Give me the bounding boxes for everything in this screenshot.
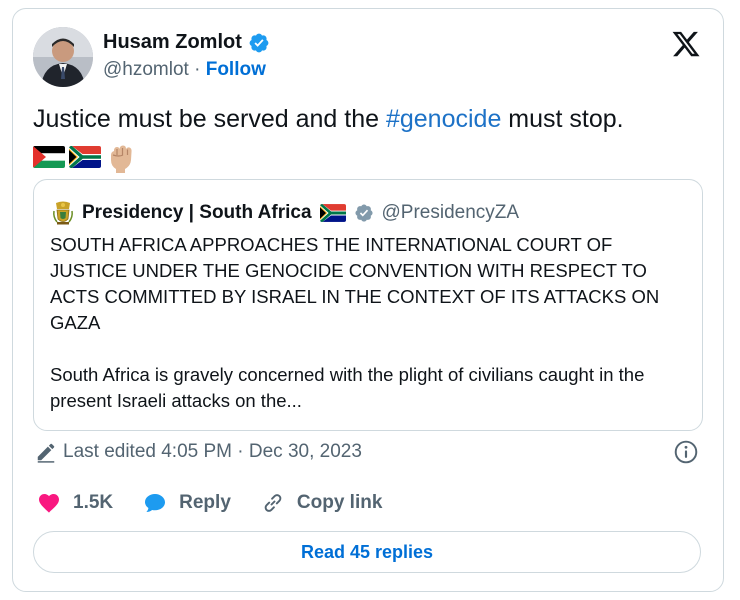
- author-name[interactable]: Husam Zomlot: [103, 31, 242, 54]
- quote-header: Presidency | South Africa @PresidencyZA: [52, 200, 519, 226]
- copy-link-label: Copy link: [296, 492, 383, 513]
- like-count: 1.5K: [73, 492, 114, 513]
- south-africa-flag-icon: [319, 204, 346, 222]
- author-handle[interactable]: @hzomlot: [103, 59, 189, 80]
- heart-icon: [39, 494, 59, 513]
- reply-label: Reply: [179, 492, 231, 513]
- separator: ·: [188, 59, 206, 80]
- tweet-text-after: must stop.: [501, 105, 624, 133]
- read-replies-button[interactable]: Read 45 replies: [33, 531, 701, 573]
- follow-button[interactable]: Follow: [206, 59, 266, 80]
- info-icon[interactable]: [673, 439, 699, 465]
- quote-line: SOUTH AFRICA APPROACHES THE INTERNATIONA…: [50, 234, 613, 255]
- quote-author-name: Presidency | South Africa: [82, 202, 312, 223]
- avatar-image: [33, 27, 93, 87]
- quote-body: SOUTH AFRICA APPROACHES THE INTERNATIONA…: [50, 232, 690, 414]
- author-handle-row: @hzomlot · Follow: [103, 59, 266, 81]
- tweet-text: Justice must be served and the #genocide…: [33, 103, 713, 136]
- quote-line: South Africa is gravely concerned with t…: [50, 364, 645, 385]
- author-name-row[interactable]: Husam Zomlot: [103, 31, 270, 54]
- quote-author-handle: @PresidencyZA: [381, 202, 520, 223]
- x-logo-icon[interactable]: [671, 29, 701, 59]
- emoji-row: [33, 141, 137, 173]
- pencil-icon: [37, 443, 55, 463]
- avatar[interactable]: [33, 27, 93, 87]
- quote-line: JUSTICE UNDER THE GENOCIDE CONVENTION WI…: [50, 260, 647, 281]
- edited-label: Last edited 4:05 PM · Dec 30, 2023: [63, 441, 362, 462]
- action-bar: 1.5K Reply Copy link: [37, 491, 412, 515]
- quote-line: present Israeli attacks on the...: [50, 390, 302, 411]
- coat-of-arms-icon: [53, 201, 73, 225]
- gray-verified-badge-icon: [354, 204, 373, 222]
- quote-line: GAZA: [50, 312, 101, 333]
- copy-link-button[interactable]: Copy link: [261, 491, 383, 515]
- like-button[interactable]: 1.5K: [37, 491, 113, 515]
- read-replies-label: Read 45 replies: [300, 541, 434, 562]
- hashtag-link[interactable]: #genocide: [386, 105, 501, 133]
- south-africa-flag-icon: [69, 146, 101, 168]
- tweet-card: Husam Zomlot @hzomlot · Follow Justice m…: [12, 8, 724, 592]
- palestine-flag-icon: [33, 146, 65, 168]
- tweet-text-before: Justice must be served and the: [33, 105, 386, 133]
- quote-line: ACTS COMMITTED BY ISRAEL IN THE CONTEXT …: [50, 286, 660, 307]
- verified-badge-icon: [249, 33, 269, 52]
- link-icon: [264, 494, 282, 512]
- speech-bubble-icon: [145, 494, 166, 512]
- quoted-tweet[interactable]: Presidency | South Africa @PresidencyZA …: [33, 179, 703, 431]
- raised-fist-icon: [111, 145, 132, 173]
- reply-button[interactable]: Reply: [143, 491, 231, 515]
- edited-timestamp[interactable]: Last edited 4:05 PM · Dec 30, 2023: [35, 441, 362, 463]
